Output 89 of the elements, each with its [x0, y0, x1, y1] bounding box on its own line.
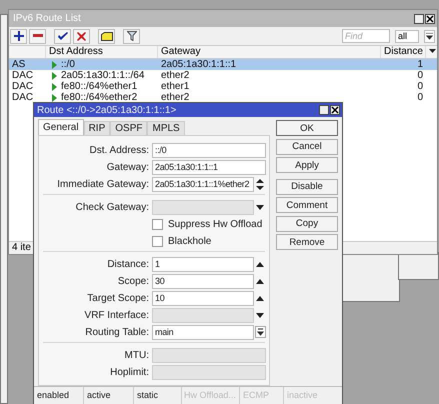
- dropdown-icon: [426, 32, 433, 40]
- table-row[interactable]: AS ::/0 2a05:1a30:1:1::1 1: [9, 59, 437, 70]
- status-cell: enabled: [34, 387, 84, 404]
- table-cell-text: 0: [416, 70, 424, 81]
- field-label: Hoplimit:: [109, 366, 149, 378]
- window-title: Route <::/0->2a05:1a30:1:1::1>: [37, 104, 176, 116]
- remove-button[interactable]: [29, 28, 46, 44]
- dialog-button[interactable]: Cancel: [276, 138, 338, 154]
- add-button[interactable]: [10, 28, 27, 44]
- comment-button[interactable]: [98, 28, 115, 44]
- up-arrow-icon[interactable]: [256, 278, 264, 284]
- filter-dropdown[interactable]: all: [395, 30, 419, 42]
- table-cell-text: 0: [416, 81, 424, 92]
- dialog-button[interactable]: Apply: [276, 157, 338, 173]
- dropdown-icon[interactable]: [256, 204, 264, 210]
- tab[interactable]: RIP: [84, 121, 110, 135]
- minus-icon: [32, 34, 42, 38]
- field-label: VRF Interface:: [84, 310, 149, 320]
- field-label: Distance:: [106, 258, 149, 270]
- table-cell: ::/0: [61, 59, 75, 70]
- menu-button[interactable]: [424, 30, 435, 42]
- table-cell-text: 1: [416, 59, 424, 70]
- checkbox[interactable]: [152, 218, 163, 230]
- field-label: Gateway:: [106, 162, 149, 172]
- disable-button[interactable]: [73, 28, 90, 44]
- window-title: IPv6 Route List: [13, 13, 81, 24]
- status-cell: static: [134, 387, 182, 404]
- dialog-button[interactable]: Copy: [276, 216, 338, 232]
- enable-button[interactable]: [54, 28, 71, 44]
- input-field[interactable]: 1: [152, 256, 254, 272]
- up-arrow-icon[interactable]: [256, 296, 264, 300]
- table-cell-text: ether2: [160, 92, 190, 103]
- spinner-icon[interactable]: [256, 178, 264, 190]
- dialog-button[interactable]: Comment: [276, 197, 338, 213]
- filter-icon: [126, 31, 136, 41]
- input-field[interactable]: 10: [152, 290, 254, 306]
- find-field[interactable]: Find: [342, 29, 390, 43]
- tab[interactable]: OSPF: [110, 121, 148, 135]
- dialog-button[interactable]: Remove: [276, 234, 338, 250]
- table-cell: fe80::/64%ether2: [61, 92, 138, 103]
- maximize-icon[interactable]: [319, 105, 329, 115]
- close-icon[interactable]: [330, 105, 340, 115]
- table-row[interactable]: DAC 2a05:1a30:1:1::/64 ether2 0: [9, 70, 437, 81]
- table-row[interactable]: DAC fe80::/64%ether1 ether1 0: [9, 81, 437, 92]
- field-label: Routing Table:: [84, 326, 149, 338]
- table-cell-text: DAC: [11, 81, 34, 92]
- field-label: Immediate Gateway:: [56, 178, 149, 190]
- table-cell: fe80::/64%ether1: [61, 81, 138, 92]
- input-field[interactable]: 2a05:1a30:1:1::1: [152, 160, 266, 174]
- table-cell: 2a05:1a30:1:1::/64: [61, 70, 144, 81]
- dropdown-field[interactable]: main: [152, 324, 254, 340]
- checkbox[interactable]: [152, 236, 163, 246]
- maximize-icon[interactable]: [414, 14, 424, 24]
- field-label: Target Scope:: [86, 292, 149, 304]
- tab[interactable]: MPLS: [147, 121, 185, 135]
- dropdown-icon[interactable]: [254, 326, 266, 338]
- tab[interactable]: General: [38, 119, 84, 135]
- cross-icon: [77, 32, 86, 40]
- table-cell-text: ether1: [160, 81, 190, 92]
- table-cell-text: AS: [11, 59, 26, 70]
- column-header[interactable]: Distance: [381, 46, 426, 58]
- table-cell-text: 0: [416, 92, 424, 103]
- field-label: Check Gateway:: [74, 202, 149, 212]
- up-arrow-icon[interactable]: [256, 262, 264, 266]
- field-label: Scope:: [116, 276, 149, 286]
- field-label: MTU:: [124, 350, 149, 360]
- note-icon: [100, 32, 112, 40]
- input-field[interactable]: 30: [152, 274, 254, 288]
- input-field[interactable]: 2a05:1a30:1:1::1%ether2: [152, 176, 254, 192]
- field-label: Dst. Address:: [88, 144, 149, 156]
- checkbox-option[interactable]: Suppress Hw Offload: [152, 218, 265, 230]
- table-cell-text: DAC: [11, 70, 34, 81]
- table-cell-text: 2a05:1a30:1:1::1: [160, 59, 238, 70]
- status-cell: active: [84, 387, 134, 404]
- dialog-button[interactable]: Disable: [276, 178, 338, 194]
- checkbox-label: Suppress Hw Offload: [168, 218, 262, 230]
- filter-button[interactable]: [123, 28, 140, 44]
- column-header[interactable]: Dst Address: [46, 46, 158, 58]
- column-header[interactable]: Gateway: [158, 46, 381, 58]
- table-row[interactable]: DAC fe80::/64%ether2 ether2 0: [9, 92, 437, 103]
- checkmark-icon: [58, 32, 68, 40]
- table-cell-text: ether2: [160, 70, 190, 81]
- input-field[interactable]: ::/0: [152, 142, 266, 158]
- dropdown-icon[interactable]: [256, 312, 264, 318]
- add-icon: [14, 31, 24, 41]
- close-icon[interactable]: [425, 14, 435, 24]
- dialog-button[interactable]: OK: [276, 120, 338, 136]
- dropdown-icon[interactable]: [429, 49, 436, 54]
- table-cell-text: DAC: [11, 92, 34, 103]
